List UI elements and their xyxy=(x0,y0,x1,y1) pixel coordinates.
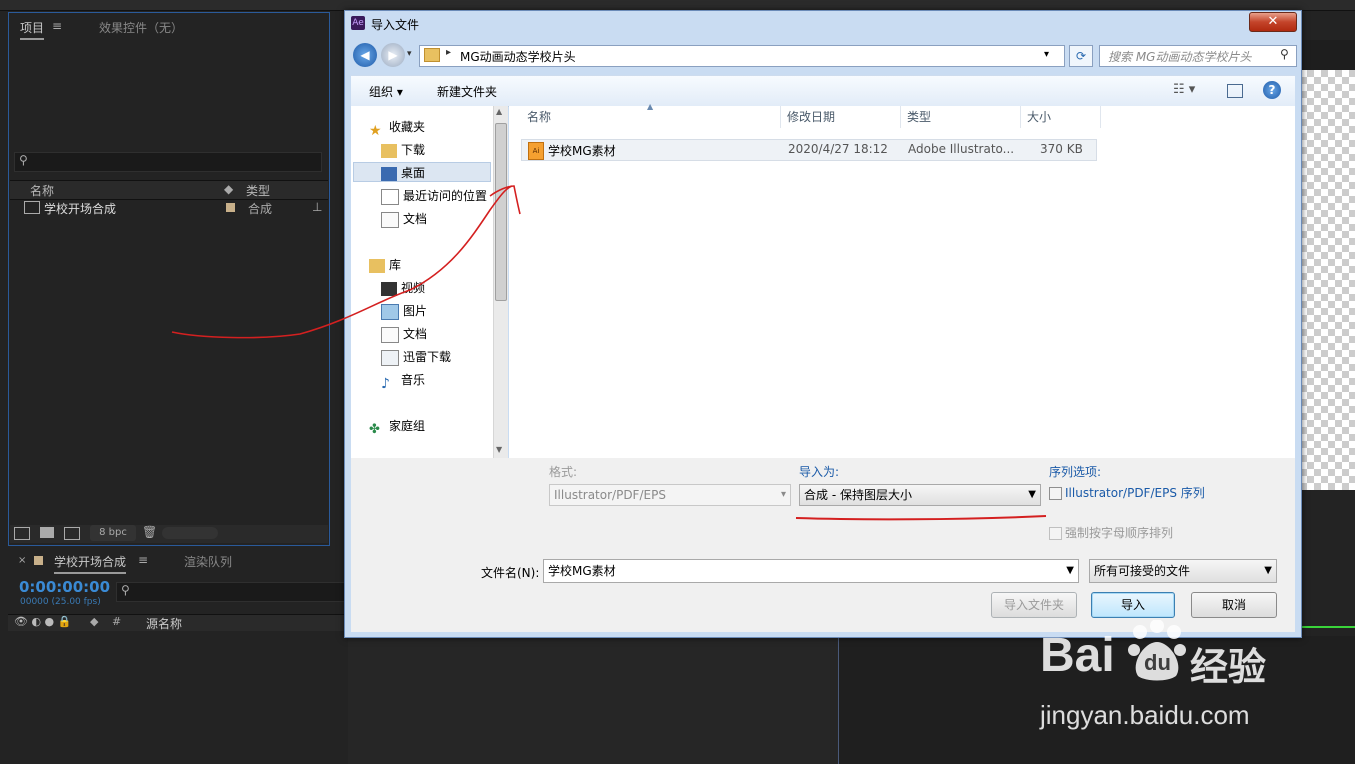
watermark-brand-du: du xyxy=(1144,650,1171,675)
baidu-watermark: Bai du 经验 jingyan.baidu.com xyxy=(1040,619,1340,740)
annotation-underline xyxy=(795,515,1047,521)
watermark-url: jingyan.baidu.com xyxy=(1040,700,1250,730)
watermark-cn: 经验 xyxy=(1190,645,1267,689)
annotation-arrow-line xyxy=(171,185,513,339)
watermark-brand: Bai xyxy=(1040,629,1115,682)
